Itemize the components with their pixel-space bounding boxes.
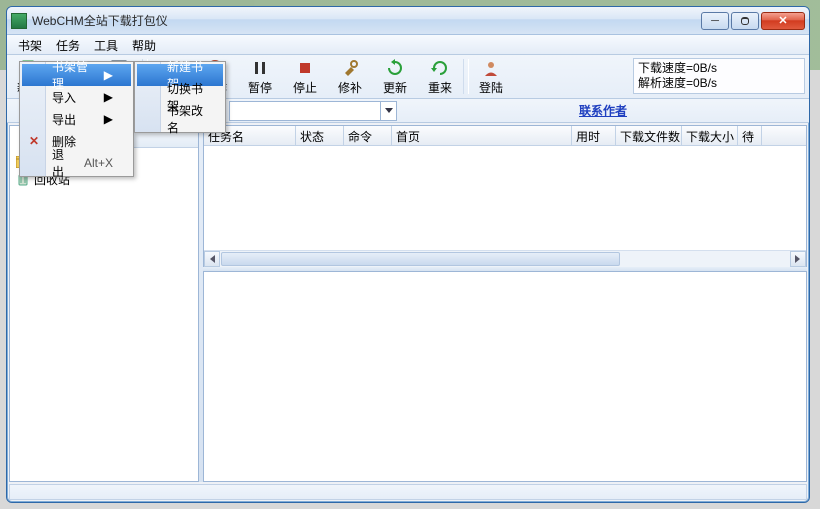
menu-item-label: 退出 bbox=[52, 146, 76, 180]
column-header[interactable]: 状态 bbox=[296, 126, 344, 145]
main-panel: 任务名状态命令首页用时下载文件数下载大小待 bbox=[203, 125, 807, 482]
close-button[interactable]: ✕ bbox=[761, 12, 805, 30]
menu-item-label: 导出 bbox=[52, 111, 76, 128]
scroll-thumb[interactable] bbox=[221, 252, 620, 266]
scroll-right-icon[interactable] bbox=[790, 251, 806, 267]
status-bar bbox=[9, 484, 807, 500]
toolbar-repair-button[interactable]: 修补 bbox=[328, 55, 373, 98]
menu-item-label: 导入 bbox=[52, 89, 76, 106]
toolbar-pause-button[interactable]: 暂停 bbox=[238, 55, 283, 98]
dropdown-item[interactable]: ✕删除 bbox=[22, 130, 131, 152]
scroll-track[interactable] bbox=[220, 251, 790, 267]
toolbar-label: 登陆 bbox=[479, 79, 503, 96]
toolbar-label: 停止 bbox=[293, 79, 317, 96]
stop-icon bbox=[295, 58, 315, 78]
content-area: 书架) 当前任务 WebCHM 回收站 bbox=[9, 125, 807, 482]
submenu-arrow-icon: ▶ bbox=[104, 90, 113, 104]
task-grid[interactable]: 任务名状态命令首页用时下载文件数下载大小待 bbox=[203, 125, 807, 267]
dropdown-item[interactable]: 导出 ▶ bbox=[22, 108, 131, 130]
toolbar-label: 重来 bbox=[428, 79, 452, 96]
maximize-button[interactable] bbox=[731, 12, 759, 30]
scroll-left-icon[interactable] bbox=[204, 251, 220, 267]
shelf-dropdown: 书架管理▶导入▶导出▶✕删除退出Alt+X bbox=[19, 61, 134, 177]
address-combo[interactable] bbox=[229, 101, 397, 121]
app-window: WebCHM全站下载打包仪 ─ ✕ 书架 任务 工具 帮助 新建打开保存运行制作… bbox=[6, 6, 810, 503]
toolbar-label: 暂停 bbox=[248, 79, 272, 96]
refresh-icon bbox=[385, 58, 405, 78]
shortcut-label: Alt+X bbox=[84, 156, 113, 170]
redo-icon bbox=[430, 58, 450, 78]
dropdown-item[interactable]: 书架管理▶ bbox=[22, 64, 131, 86]
parse-speed: 解析速度=0B/s bbox=[638, 76, 800, 91]
toolbar-refresh-button[interactable]: 更新 bbox=[373, 55, 418, 98]
pause-icon bbox=[250, 58, 270, 78]
detail-panel bbox=[203, 271, 807, 482]
submenu-arrow-icon: ▶ bbox=[104, 68, 113, 82]
menu-task[interactable]: 任务 bbox=[49, 35, 87, 55]
contact-author-link[interactable]: 联系作者 bbox=[397, 102, 809, 119]
speed-status: 下载速度=0B/s 解析速度=0B/s bbox=[633, 58, 805, 94]
repair-icon bbox=[340, 58, 360, 78]
toolbar-login-button[interactable]: 登陆 bbox=[469, 55, 514, 98]
column-header[interactable]: 待 bbox=[738, 126, 762, 145]
sidebar: 书架) 当前任务 WebCHM 回收站 bbox=[9, 125, 199, 482]
minimize-button[interactable]: ─ bbox=[701, 12, 729, 30]
column-header[interactable]: 首页 bbox=[392, 126, 572, 145]
column-header[interactable]: 下载大小 bbox=[682, 126, 738, 145]
shelf-manage-submenu: 新建书架切换书架书架改名 bbox=[134, 61, 226, 133]
toolbar-redo-button[interactable]: 重来 bbox=[418, 55, 463, 98]
menu-tool[interactable]: 工具 bbox=[87, 35, 125, 55]
column-header[interactable]: 用时 bbox=[572, 126, 616, 145]
dropdown-item[interactable]: 退出Alt+X bbox=[22, 152, 131, 174]
toolbar-stop-button[interactable]: 停止 bbox=[283, 55, 328, 98]
horizontal-scrollbar[interactable] bbox=[204, 250, 806, 266]
submenu-item[interactable]: 书架改名 bbox=[137, 108, 223, 130]
column-header[interactable]: 下载文件数 bbox=[616, 126, 682, 145]
dropdown-item[interactable]: 导入 ▶ bbox=[22, 86, 131, 108]
menu-bar: 书架 任务 工具 帮助 bbox=[7, 35, 809, 55]
delete-x-icon: ✕ bbox=[29, 134, 39, 148]
app-icon bbox=[11, 13, 27, 29]
combo-dropdown-icon[interactable] bbox=[380, 102, 396, 120]
menu-item-label: 书架改名 bbox=[167, 102, 205, 136]
toolbar-label: 修补 bbox=[338, 79, 362, 96]
menu-help[interactable]: 帮助 bbox=[125, 35, 163, 55]
window-title: WebCHM全站下载打包仪 bbox=[32, 12, 168, 29]
toolbar-label: 更新 bbox=[383, 79, 407, 96]
login-icon bbox=[481, 58, 501, 78]
menu-shelf[interactable]: 书架 bbox=[11, 35, 49, 55]
titlebar: WebCHM全站下载打包仪 ─ ✕ bbox=[7, 7, 809, 35]
download-speed: 下载速度=0B/s bbox=[638, 61, 800, 76]
grid-header: 任务名状态命令首页用时下载文件数下载大小待 bbox=[204, 126, 806, 146]
column-header[interactable]: 命令 bbox=[344, 126, 392, 145]
submenu-arrow-icon: ▶ bbox=[104, 112, 113, 126]
